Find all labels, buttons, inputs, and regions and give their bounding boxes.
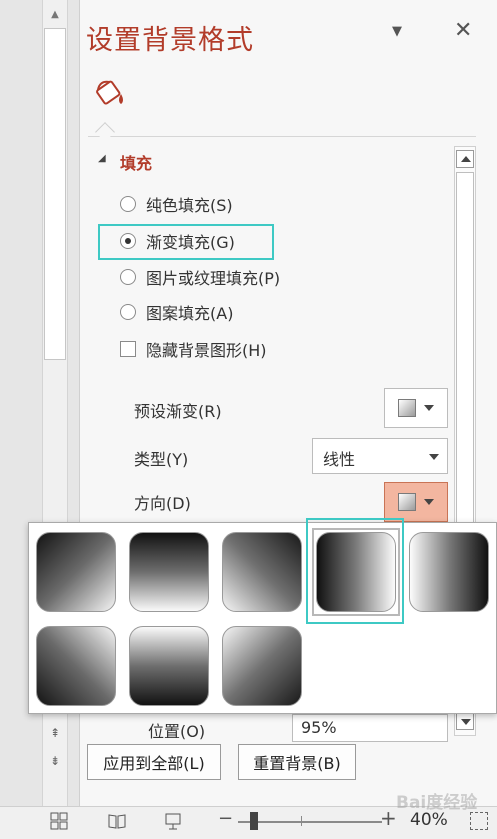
- position-label: 位置(O): [148, 722, 206, 741]
- direction-tile-linear-up[interactable]: [129, 626, 209, 706]
- option-label: 图案填充(A): [146, 304, 234, 323]
- fill-bucket-icon[interactable]: [94, 76, 130, 110]
- scroll-up-arrow-icon[interactable]: ▲: [44, 6, 66, 24]
- pane-scroll-thumb[interactable]: [456, 172, 474, 528]
- picture-fill-option[interactable]: 图片或纹理填充(P): [120, 265, 280, 289]
- option-label: 隐藏背景图形(H): [146, 341, 267, 360]
- type-label: 类型(Y): [134, 450, 189, 469]
- preset-gradient-dropdown[interactable]: [384, 388, 448, 428]
- direction-label: 方向(D): [134, 494, 191, 513]
- annotation-highlight: [98, 224, 274, 260]
- gradient-swatch-icon: [398, 493, 416, 511]
- dropdown-arrow-icon: [424, 499, 434, 505]
- thumbnail-scroll-thumb[interactable]: [44, 28, 66, 360]
- zoom-out-button[interactable]: −: [218, 808, 233, 829]
- radio-button[interactable]: [120, 304, 136, 320]
- pane-title: 设置背景格式: [86, 25, 254, 56]
- fit-to-window-icon[interactable]: [470, 812, 488, 830]
- direction-tile-diagonal-top-left[interactable]: [36, 532, 116, 612]
- up-arrow-icon: [461, 156, 471, 162]
- type-value: 线性: [323, 450, 356, 469]
- direction-tile-diagonal-bottom-left[interactable]: [36, 626, 116, 706]
- tab-divider: [88, 136, 476, 137]
- direction-tile-diagonal-top-right[interactable]: [222, 532, 302, 612]
- preset-gradient-label: 预设渐变(R): [134, 402, 222, 421]
- pane-options-icon[interactable]: ▼: [392, 24, 402, 39]
- scroll-up-button[interactable]: [456, 150, 474, 168]
- direction-tile-linear-right[interactable]: [316, 532, 396, 612]
- zoom-level[interactable]: 40%: [410, 810, 448, 830]
- fill-section-header[interactable]: 填充: [120, 150, 152, 174]
- reset-background-button[interactable]: 重置背景(B): [238, 744, 356, 780]
- gradient-type-select[interactable]: 线性: [312, 438, 448, 474]
- zoom-center-tick: [301, 816, 302, 826]
- apply-to-all-button[interactable]: 应用到全部(L): [87, 744, 221, 780]
- radio-button[interactable]: [120, 196, 136, 212]
- down-arrow-icon: [461, 719, 471, 725]
- scroll-down-button[interactable]: [456, 712, 474, 730]
- option-label: 纯色填充(S): [146, 196, 233, 215]
- checkbox[interactable]: [120, 341, 136, 357]
- radio-button[interactable]: [120, 269, 136, 285]
- pattern-fill-option[interactable]: 图案填充(A): [120, 300, 233, 324]
- option-label: 图片或纹理填充(P): [146, 269, 281, 288]
- slide-sorter-icon[interactable]: [50, 812, 68, 830]
- gradient-swatch-icon: [398, 399, 416, 417]
- direction-tile-diagonal-bottom-right[interactable]: [222, 626, 302, 706]
- solid-fill-option[interactable]: 纯色填充(S): [120, 192, 233, 216]
- previous-slide-icon[interactable]: ⇞: [44, 724, 66, 742]
- next-slide-icon[interactable]: ⇟: [44, 752, 66, 770]
- direction-dropdown[interactable]: [384, 482, 448, 522]
- direction-tile-linear-down[interactable]: [129, 532, 209, 612]
- slideshow-icon[interactable]: [164, 812, 182, 830]
- reading-view-icon[interactable]: [108, 812, 126, 830]
- watermark: Bai度经验: [396, 793, 478, 813]
- direction-tile-linear-left[interactable]: [409, 532, 489, 612]
- zoom-slider[interactable]: [238, 821, 382, 823]
- close-icon[interactable]: ✕: [454, 18, 472, 43]
- dropdown-arrow-icon: [424, 405, 434, 411]
- dropdown-arrow-icon: [429, 454, 439, 460]
- zoom-slider-handle[interactable]: [250, 812, 258, 830]
- hide-background-graphics-option[interactable]: 隐藏背景图形(H): [120, 337, 267, 361]
- zoom-in-button[interactable]: +: [380, 806, 397, 830]
- collapse-caret-icon[interactable]: ◢: [98, 153, 106, 164]
- position-input[interactable]: 95%: [292, 714, 448, 742]
